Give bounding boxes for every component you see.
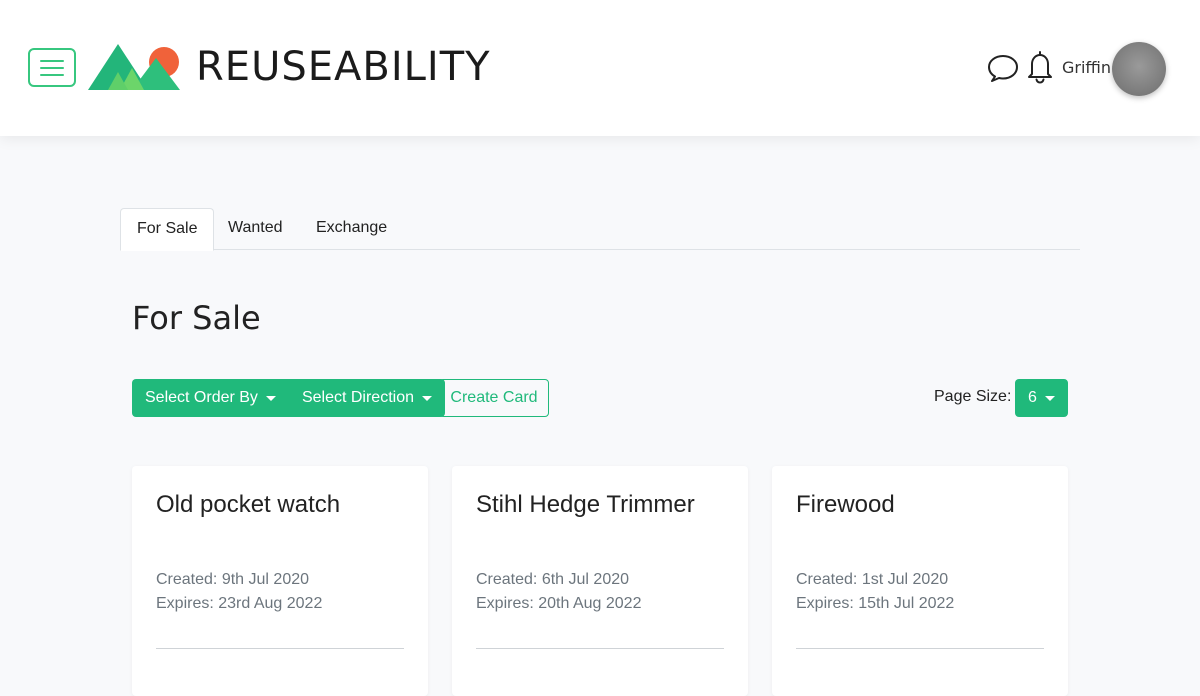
card-expires: Expires: 23rd Aug 2022 bbox=[156, 594, 322, 614]
top-header: REUSEABILITY Griffin bbox=[0, 0, 1200, 136]
menu-toggle-button[interactable] bbox=[28, 48, 76, 87]
direction-label: Select Direction bbox=[301, 389, 414, 406]
caret-down-icon bbox=[265, 395, 276, 401]
direction-dropdown[interactable]: Select Direction bbox=[289, 379, 445, 417]
sort-button-group: Select Order By Select Direction bbox=[132, 379, 445, 417]
order-by-dropdown[interactable]: Select Order By bbox=[132, 379, 289, 417]
card-title[interactable]: Stihl Hedge Trimmer bbox=[476, 490, 695, 520]
expires-label: Expires: bbox=[796, 595, 854, 612]
card-divider bbox=[796, 648, 1044, 649]
page-size-label: Page Size: bbox=[934, 388, 1012, 405]
listing-card[interactable]: Firewood Created: 1st Jul 2020 Expires: … bbox=[772, 466, 1068, 696]
avatar[interactable] bbox=[1112, 42, 1166, 96]
card-created: Created: 1st Jul 2020 bbox=[796, 570, 948, 590]
listing-card[interactable]: Stihl Hedge Trimmer Created: 6th Jul 202… bbox=[452, 466, 748, 696]
tab-wanted[interactable]: Wanted bbox=[212, 208, 299, 250]
card-title[interactable]: Firewood bbox=[796, 490, 895, 520]
order-by-label: Select Order By bbox=[145, 389, 258, 406]
created-label: Created: bbox=[156, 571, 218, 588]
tab-for-sale[interactable]: For Sale bbox=[120, 208, 215, 251]
tab-exchange[interactable]: Exchange bbox=[300, 208, 403, 250]
expires-label: Expires: bbox=[156, 595, 214, 612]
expires-date: 15th Jul 2022 bbox=[858, 595, 955, 612]
created-label: Created: bbox=[796, 571, 858, 588]
caret-down-icon bbox=[1044, 395, 1055, 401]
brand-name[interactable]: REUSEABILITY bbox=[196, 40, 491, 94]
card-title[interactable]: Old pocket watch bbox=[156, 490, 340, 520]
create-card-button[interactable]: Create Card bbox=[439, 379, 549, 417]
page-size-dropdown[interactable]: 6 bbox=[1015, 379, 1068, 417]
page-size-value: 6 bbox=[1028, 389, 1037, 406]
chat-icon[interactable] bbox=[987, 53, 1019, 83]
card-divider bbox=[156, 648, 404, 649]
created-date: 1st Jul 2020 bbox=[861, 571, 949, 588]
card-created: Created: 9th Jul 2020 bbox=[156, 570, 309, 590]
logo-icon[interactable] bbox=[88, 44, 182, 92]
expires-date: 20th Aug 2022 bbox=[538, 595, 642, 612]
card-divider bbox=[476, 648, 724, 649]
expires-date: 23rd Aug 2022 bbox=[218, 595, 323, 612]
expires-label: Expires: bbox=[476, 595, 534, 612]
card-created: Created: 6th Jul 2020 bbox=[476, 570, 629, 590]
listing-card[interactable]: Old pocket watch Created: 9th Jul 2020 E… bbox=[132, 466, 428, 696]
created-date: 6th Jul 2020 bbox=[541, 571, 630, 588]
card-expires: Expires: 20th Aug 2022 bbox=[476, 594, 641, 614]
menu-icon bbox=[40, 60, 64, 76]
bell-icon[interactable] bbox=[1026, 50, 1054, 84]
listing-tabs: For Sale Wanted Exchange bbox=[120, 208, 1080, 251]
created-label: Created: bbox=[476, 571, 538, 588]
page-title: For Sale bbox=[132, 299, 261, 337]
user-name[interactable]: Griffin bbox=[1062, 58, 1111, 78]
card-expires: Expires: 15th Jul 2022 bbox=[796, 594, 954, 614]
created-date: 9th Jul 2020 bbox=[221, 571, 310, 588]
caret-down-icon bbox=[421, 395, 432, 401]
